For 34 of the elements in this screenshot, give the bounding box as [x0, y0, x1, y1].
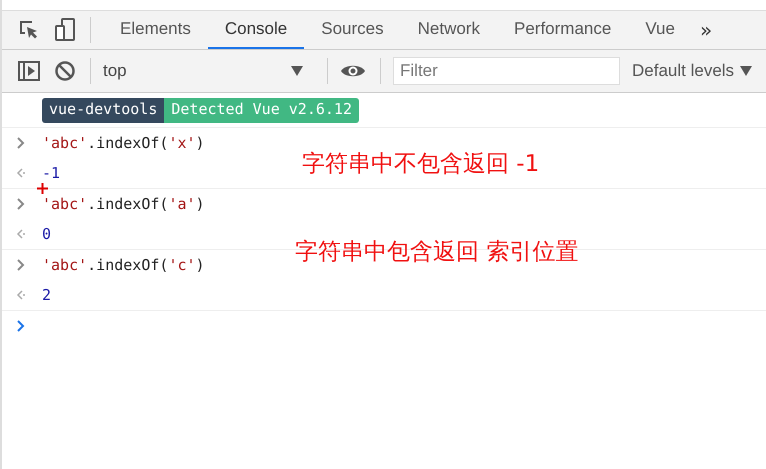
filter-field[interactable]: Filter: [393, 57, 620, 85]
console-command: 'abc'.indexOf('a'): [42, 195, 205, 213]
sidebar-toggle-icon[interactable]: [18, 61, 40, 81]
tab[interactable]: Performance: [496, 11, 628, 49]
tab[interactable]: Vue: [628, 11, 692, 49]
console-result: -1: [42, 164, 60, 182]
tab[interactable]: Sources: [304, 11, 401, 49]
clear-console-icon[interactable]: [54, 60, 76, 82]
devtools-label: vue-devtools: [42, 98, 164, 123]
eye-icon[interactable]: [340, 63, 366, 79]
caret-icon: [291, 66, 303, 76]
plus-cursor-icon: [37, 183, 48, 194]
levels-dropdown[interactable]: Default levels: [632, 61, 752, 81]
console-result: 2: [42, 286, 52, 304]
console-command: 'abc'.indexOf('x'): [42, 134, 205, 152]
console-command: 'abc'.indexOf('c'): [42, 256, 205, 274]
tab[interactable]: Elements: [103, 11, 208, 49]
detected-message: Detected Vue v2.6.12: [164, 98, 359, 123]
input-chevron-icon: [16, 198, 26, 210]
input-chevron-icon: [16, 137, 26, 149]
input-chevron-icon: [16, 259, 26, 271]
annotation-text: 字符串中包含返回 索引位置: [295, 238, 578, 267]
prompt-chevron-icon[interactable]: [16, 320, 26, 332]
tab[interactable]: Network: [400, 11, 497, 49]
annotation-text: 字符串中不包含返回 -1: [302, 150, 540, 179]
context-dropdown[interactable]: top: [103, 61, 315, 81]
more-tabs-button[interactable]: »: [700, 18, 712, 42]
console-result: 0: [42, 225, 52, 243]
caret-icon: [740, 66, 752, 76]
return-arrow-icon: [16, 289, 26, 301]
return-arrow-icon: [16, 167, 26, 179]
return-arrow-icon: [16, 228, 26, 240]
device-icon[interactable]: [54, 18, 76, 42]
inspect-icon[interactable]: [18, 19, 40, 41]
